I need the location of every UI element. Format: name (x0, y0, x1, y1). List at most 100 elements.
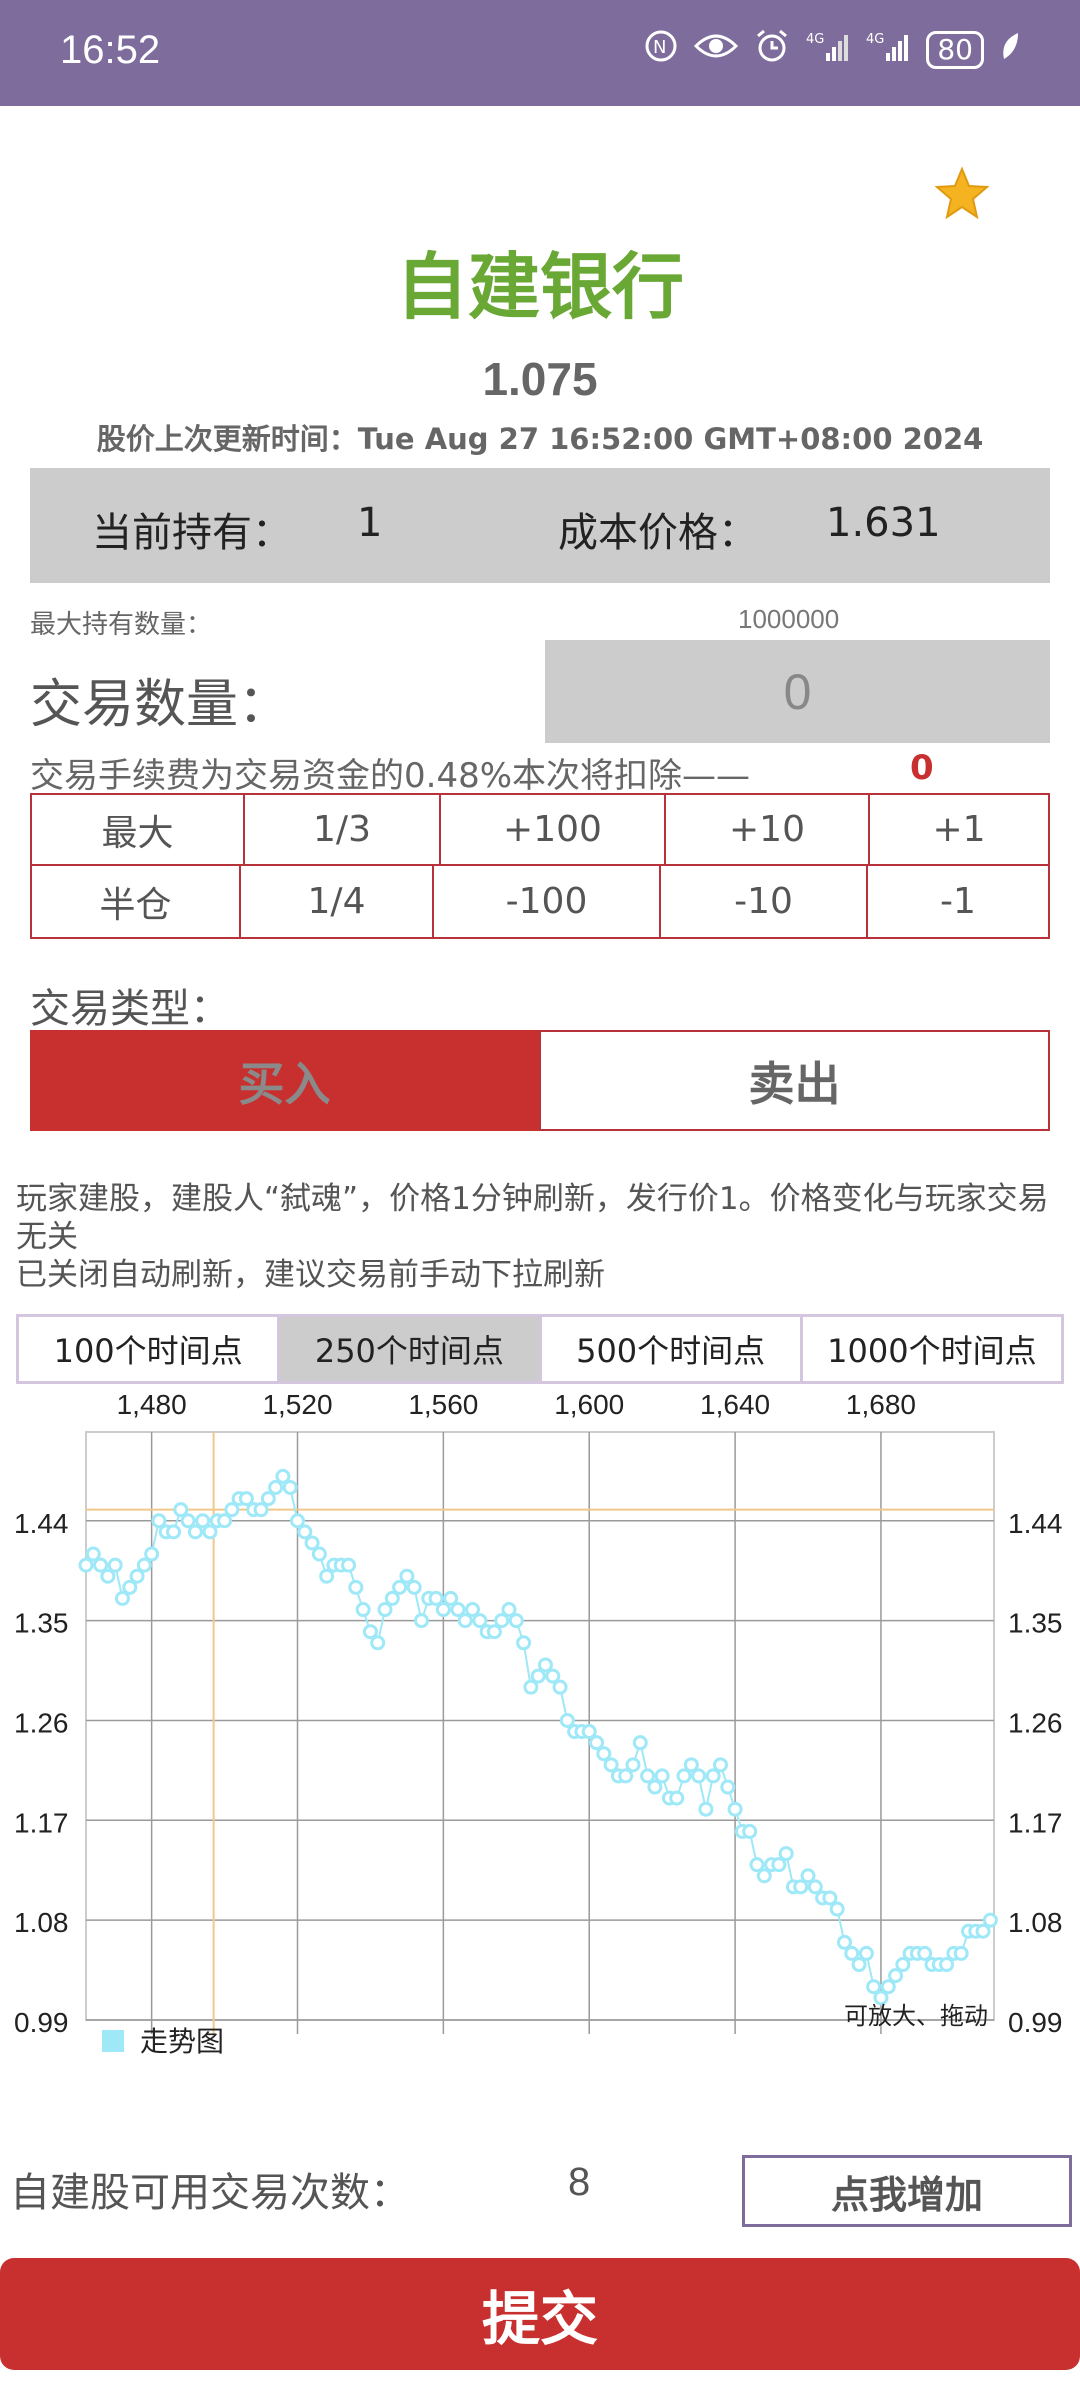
cost-value: 1.631 (826, 500, 941, 546)
data-point (581, 1724, 597, 1740)
description-line-1: 玩家建股，建股人“弑魂”，价格1分钟刷新，发行价1。价格变化与玩家交易无关 (16, 1181, 1049, 1255)
data-point (238, 1491, 254, 1507)
data-point (472, 1613, 488, 1629)
svg-text:4G: 4G (806, 32, 824, 47)
data-point (114, 1590, 130, 1606)
data-point (136, 1557, 152, 1573)
data-point (625, 1757, 641, 1773)
quick-minus1-button[interactable]: -1 (866, 864, 1050, 939)
x-tick-label: 1,520 (262, 1389, 332, 1420)
quick-plus1-button[interactable]: +1 (868, 793, 1050, 866)
quantity-input[interactable] (545, 640, 1050, 743)
data-point (713, 1757, 729, 1773)
x-tick-label: 1,600 (554, 1389, 624, 1420)
status-bar: 16:52 N 4G 4G 80 (0, 0, 1080, 106)
data-point (793, 1879, 809, 1895)
holding-panel: 当前持有： 1 成本价格： 1.631 (30, 468, 1050, 583)
data-point (545, 1668, 561, 1684)
quick-minus10-button[interactable]: -10 (659, 864, 868, 939)
data-point (435, 1602, 451, 1618)
y-tick-label-right: 1.17 (1008, 1807, 1063, 1838)
quantity-label: 交易数量： (30, 675, 291, 735)
data-point (297, 1524, 313, 1540)
submit-button[interactable]: 提交 (0, 2258, 1080, 2370)
data-point (676, 1768, 692, 1784)
quick-half-button[interactable]: 半仓 (30, 864, 241, 939)
data-point (370, 1635, 386, 1651)
data-point (654, 1768, 670, 1784)
data-point (450, 1602, 466, 1618)
data-point (377, 1602, 393, 1618)
hold-label: 当前持有： (92, 510, 292, 556)
data-point (384, 1590, 400, 1606)
tab-250-points[interactable]: 250个时间点 (280, 1317, 542, 1381)
quick-third-button[interactable]: 1/3 (243, 793, 441, 866)
data-point (355, 1602, 371, 1618)
data-point (166, 1524, 182, 1540)
hold-value: 1 (357, 500, 383, 546)
max-hold-label: 最大持有数量： (30, 610, 213, 640)
fee-text: 交易手续费为交易资金的0.48%本次将扣除—— (30, 756, 751, 796)
data-point (129, 1568, 145, 1584)
data-point (698, 1801, 714, 1817)
data-point (187, 1524, 203, 1540)
data-point (399, 1568, 415, 1584)
data-point (406, 1579, 422, 1595)
data-point (275, 1468, 291, 1484)
data-point (596, 1746, 612, 1762)
quick-plus100-button[interactable]: +100 (439, 793, 666, 866)
data-point (822, 1890, 838, 1906)
data-point (640, 1768, 656, 1784)
data-point (144, 1546, 160, 1562)
data-point (202, 1524, 218, 1540)
star-icon[interactable] (934, 166, 990, 222)
data-point (866, 1979, 882, 1995)
legend-label: 走势图 (140, 2025, 224, 2058)
data-point (253, 1502, 269, 1518)
data-point (756, 1868, 772, 1884)
data-point (749, 1857, 765, 1873)
add-trades-button[interactable]: 点我增加 (742, 2155, 1072, 2227)
y-tick-label-right: 0.99 (1008, 2007, 1063, 2038)
y-tick-label-left: 1.26 (14, 1707, 69, 1738)
data-point (195, 1513, 211, 1529)
data-point (537, 1657, 553, 1673)
data-point (465, 1602, 481, 1618)
y-tick-label-left: 1.44 (14, 1508, 69, 1539)
data-point (647, 1779, 663, 1795)
tab-500-points[interactable]: 500个时间点 (542, 1317, 803, 1381)
quick-quarter-button[interactable]: 1/4 (239, 864, 434, 939)
tab-1000-points[interactable]: 1000个时间点 (803, 1317, 1061, 1381)
data-point (880, 1979, 896, 1995)
price-trend-chart[interactable]: 1.44 1.44 1.35 1.35 1.26 1.26 1.17 1.17 1.08 1.08… (0, 1384, 1080, 2074)
sell-button[interactable]: 卖出 (539, 1030, 1050, 1131)
buy-button[interactable]: 买入 (30, 1030, 539, 1131)
data-point (589, 1735, 605, 1751)
data-point (85, 1546, 101, 1562)
x-tick-label: 1,640 (700, 1389, 770, 1420)
description-line-2: 已关闭自动刷新，建议交易前手动下拉刷新 (16, 1257, 605, 1293)
quick-plus10-button[interactable]: +10 (664, 793, 870, 866)
data-point (975, 1923, 991, 1939)
quick-minus100-button[interactable]: -100 (432, 864, 661, 939)
data-point (508, 1613, 524, 1629)
signal-1-icon: 4G (806, 29, 850, 71)
data-point (457, 1613, 473, 1629)
data-point (683, 1757, 699, 1773)
data-point (742, 1823, 758, 1839)
tab-100-points[interactable]: 100个时间点 (19, 1317, 281, 1381)
chart-note: 可放大、拖动 (844, 2002, 988, 2030)
data-point (516, 1635, 532, 1651)
data-point (836, 1934, 852, 1950)
quick-max-button[interactable]: 最大 (30, 793, 245, 866)
stock-name: 自建银行 (395, 245, 684, 329)
data-point (78, 1557, 94, 1573)
battery-icon: 80 (926, 31, 984, 69)
alarm-icon (754, 28, 790, 72)
data-point (851, 1957, 867, 1973)
update-time: 股价上次更新时间：Tue Aug 27 16:52:00 GMT+08:00 2… (96, 422, 984, 456)
data-point (523, 1679, 539, 1695)
current-price: 1.075 (482, 353, 598, 405)
data-point (494, 1613, 510, 1629)
svg-text:N: N (653, 37, 666, 58)
